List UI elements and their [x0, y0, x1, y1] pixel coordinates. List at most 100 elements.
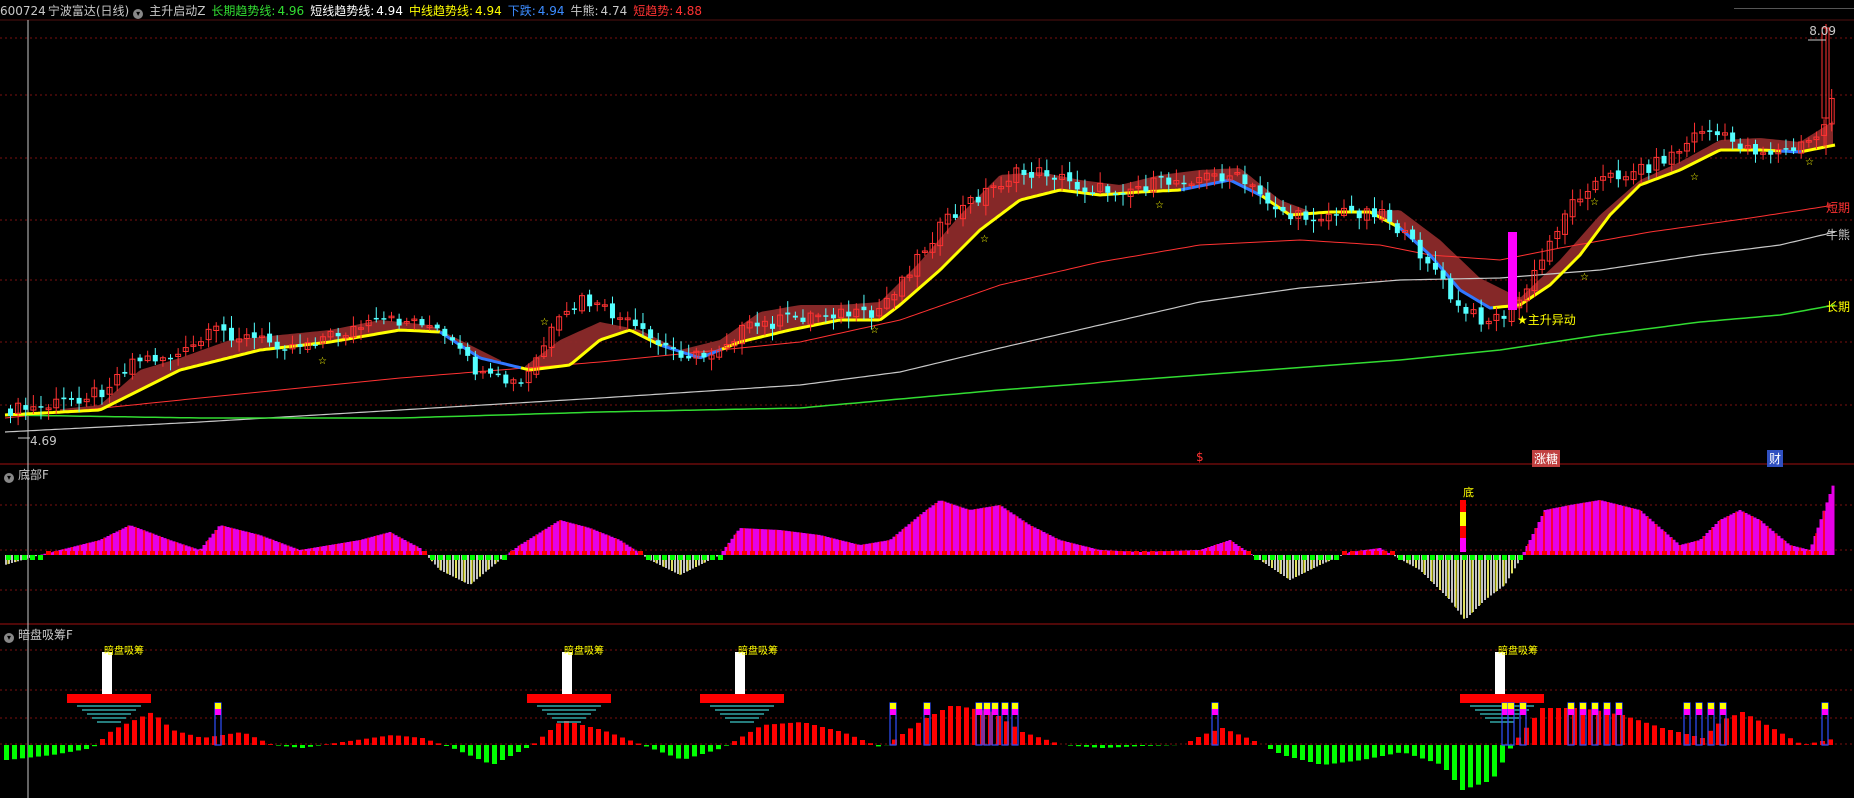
- absorb-green-bar: [724, 745, 729, 746]
- bottom-red-block: [1766, 551, 1771, 555]
- absorb-red-bar: [756, 727, 761, 745]
- candle-body: [1105, 186, 1111, 193]
- candle-body: [396, 318, 402, 326]
- bottom-red-block: [158, 551, 163, 555]
- candle-body: [632, 319, 638, 327]
- candle-body: [1029, 171, 1035, 178]
- absorb-green-bar: [1484, 745, 1489, 782]
- absorb-red-bar: [364, 738, 369, 745]
- absorb-green-bar: [500, 745, 505, 760]
- absorb-green-bar: [716, 745, 721, 750]
- bottom-red-block: [1790, 551, 1795, 555]
- absorb-red-bar: [180, 732, 185, 745]
- absorb-green-bar: [476, 745, 481, 760]
- bottom-green-block: [1438, 555, 1443, 560]
- bottom-green-block: [1462, 555, 1467, 560]
- bottom-marker: 底: [1463, 486, 1474, 499]
- candle-body: [1783, 148, 1789, 150]
- bottom-green-block: [22, 555, 27, 560]
- candle-body: [297, 344, 303, 347]
- absorb-magenta-cap: [890, 709, 896, 715]
- absorb-red-bar: [1788, 738, 1793, 745]
- bottom-red-block: [526, 551, 531, 555]
- bottom-green-block: [454, 555, 459, 560]
- bottom-red-block: [1558, 551, 1563, 555]
- absorb-yellow-cap: [992, 703, 998, 709]
- absorb-red-bar: [628, 740, 633, 745]
- absorb-red-bar: [340, 742, 345, 745]
- absorb-red-bar: [964, 707, 969, 745]
- bottom-red-block: [774, 551, 779, 555]
- bottom-red-block: [518, 551, 523, 555]
- bottom-red-block: [1206, 551, 1211, 555]
- absorb-red-bar: [116, 727, 121, 745]
- bottom-green-block: [1326, 555, 1331, 560]
- bottom-red-block: [822, 551, 827, 555]
- bottom-red-block: [302, 551, 307, 555]
- candle-body: [800, 317, 806, 322]
- candle-body: [1090, 192, 1096, 194]
- bottom-red-block: [190, 551, 195, 555]
- candle-body: [1440, 270, 1446, 279]
- candle-body: [1333, 214, 1339, 216]
- bottom-red-block: [1110, 551, 1115, 555]
- absorb-green-bar: [1388, 745, 1393, 755]
- absorb-red-bar: [860, 740, 865, 745]
- bottom-green-block: [438, 555, 443, 560]
- candle-body: [770, 323, 775, 329]
- bottom-red-block: [1094, 551, 1099, 555]
- bottom-red-block: [886, 551, 891, 555]
- bottom-green-block: [486, 555, 491, 560]
- bottom-red-block: [286, 551, 291, 555]
- absorb-red-bar: [1772, 729, 1777, 745]
- absorb-red-bar: [204, 737, 209, 745]
- absorb-green-bar: [708, 745, 713, 752]
- bottom-red-block: [1342, 551, 1347, 555]
- absorb-red-bar: [788, 722, 793, 745]
- panel3-circle-icon[interactable]: ▾: [4, 633, 14, 643]
- bottom-red-block: [70, 551, 75, 555]
- bottom-green-block: [678, 555, 683, 560]
- absorb-red-bar: [796, 722, 801, 745]
- absorb-yellow-cap: [1720, 703, 1726, 709]
- event-marker-cai: 财: [1767, 450, 1784, 467]
- bull-line-label: 牛熊: [1825, 228, 1850, 242]
- candle-body: [1478, 307, 1484, 325]
- absorb-red-bar: [1708, 730, 1713, 745]
- bottom-green-block: [1430, 555, 1435, 560]
- absorb-yellow-cap: [1002, 703, 1008, 709]
- bottom-green-block: [1486, 555, 1491, 560]
- panel2-circle-icon[interactable]: ▾: [4, 473, 14, 483]
- absorb-red-bar: [564, 721, 569, 745]
- absorb-red-bar: [1748, 716, 1753, 745]
- bottom-red-block: [1046, 551, 1051, 555]
- absorb-magenta-cap: [1592, 709, 1598, 715]
- absorb-green-bar: [1476, 745, 1481, 785]
- absorb-red-bar: [108, 731, 113, 745]
- absorb-green-bar: [68, 745, 73, 752]
- candle-body: [1158, 176, 1164, 178]
- absorb-white-column: [1495, 652, 1505, 694]
- absorb-yellow-cap: [1568, 703, 1574, 709]
- bottom-red-block: [1590, 551, 1595, 555]
- absorb-red-bar: [236, 732, 241, 745]
- candle-body: [754, 322, 760, 327]
- absorb-red-bar: [356, 739, 361, 745]
- bottom-red-block: [814, 551, 819, 555]
- bottom-green-block: [502, 555, 507, 560]
- absorb-green-bar: [20, 745, 25, 759]
- absorb-green-bar: [1356, 745, 1361, 761]
- bottom-red-block: [262, 551, 267, 555]
- bottom-red-block: [982, 551, 987, 555]
- bottom-red-block: [870, 551, 875, 555]
- bottom-red-block: [910, 551, 915, 555]
- absorb-green-bar: [660, 745, 665, 753]
- absorb-green-bar: [1460, 745, 1465, 790]
- absorb-red-bar: [1812, 742, 1817, 745]
- bottom-green-block: [478, 555, 483, 560]
- bottom-red-block: [734, 551, 739, 555]
- absorb-red-bar: [412, 737, 417, 745]
- candle-body: [1615, 170, 1621, 180]
- absorb-yellow-cap: [1684, 703, 1690, 709]
- star-marker: ☆: [980, 234, 989, 245]
